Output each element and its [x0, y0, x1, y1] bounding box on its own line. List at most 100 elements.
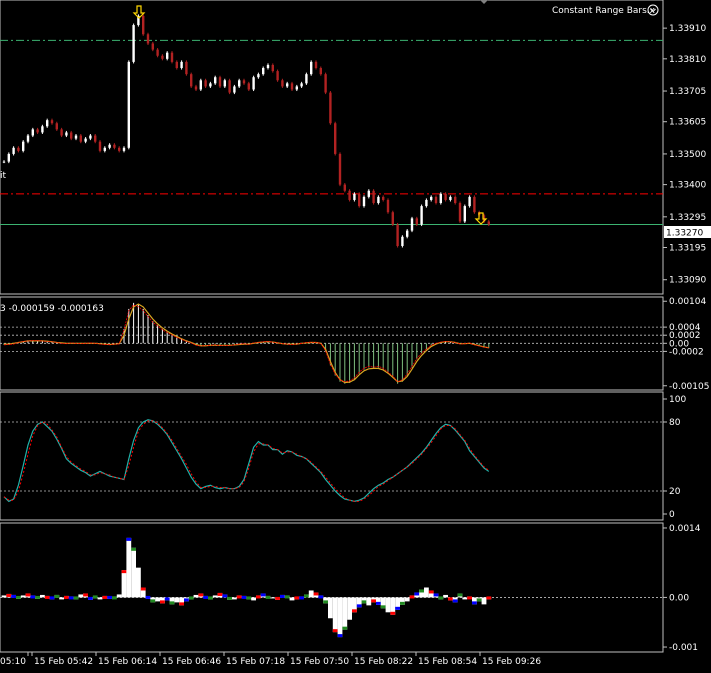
price-candle-body — [377, 196, 380, 204]
price-candle-body — [391, 212, 394, 225]
stochastic-levels — [0, 421, 663, 492]
oscillator-bar-accent — [241, 595, 247, 599]
oscillator-bar-accent — [433, 593, 439, 597]
price-tick-label: 1.33090 — [669, 276, 706, 286]
oscillator-bar-accent — [217, 592, 223, 596]
price-candle-body — [233, 86, 236, 93]
price-candle-body — [458, 203, 462, 222]
price-candle-body — [31, 129, 34, 136]
price-candle-body — [425, 199, 428, 207]
oscillator-bar — [337, 597, 343, 638]
oscillator-bar-accent — [102, 595, 108, 599]
oscillator-bar — [462, 597, 468, 600]
oscillator-bar-accent — [64, 595, 69, 599]
price-tick-label: 1.33810 — [669, 55, 706, 65]
price-tick-label: 1.33605 — [669, 118, 706, 128]
oscillator-bar — [366, 597, 372, 606]
price-candle-body — [401, 236, 404, 246]
scroll-marker-icon — [480, 0, 488, 4]
stochastic-tick-label: 80 — [669, 418, 681, 428]
oscillator-bar-accent — [92, 595, 98, 599]
oscillator-bar-accent — [236, 595, 242, 599]
price-candle-body — [194, 86, 198, 90]
oscillator-bar — [332, 597, 338, 633]
macd-tick-label: -0.0002 — [669, 347, 704, 357]
price-candle-body — [199, 80, 202, 90]
time-tick-label: 05:10 — [0, 657, 26, 667]
oscillator-pane[interactable]: 0.0014 0.00 -0.001 — [0, 522, 701, 653]
oscillator-bar-accent — [395, 606, 400, 610]
price-candle-body — [434, 196, 438, 204]
oscillator-bar-accent — [222, 594, 228, 598]
price-candle-body — [396, 224, 399, 246]
oscillator-bar — [232, 597, 237, 600]
price-candle-body — [74, 135, 78, 139]
oscillator-bar — [347, 597, 352, 620]
oscillator-bar — [40, 594, 45, 598]
price-pane[interactable]: 1.33910 1.33810 1.33705 1.33605 1.33500 1.334… — [0, 0, 711, 295]
oscillator-bar-accent — [486, 596, 492, 600]
price-candle-body — [314, 61, 318, 69]
stochastic-pane[interactable]: 100 80 20 0 — [0, 391, 686, 521]
price-candle-body — [415, 218, 418, 225]
macd-pane[interactable]: 0.001040.00040.00020.00-0.0002-0.00105 3… — [0, 296, 709, 392]
macd-values-label: 3 -0.000159 -0.000163 — [0, 304, 104, 314]
price-candle-body — [108, 144, 111, 148]
oscillator-bar-accent — [83, 593, 88, 597]
oscillator-bar-accent — [169, 601, 175, 605]
price-candle-body — [463, 206, 466, 222]
price-candle-body — [242, 80, 246, 84]
oscillator-bar-accent — [11, 594, 16, 598]
macd-tick-label: -0.00105 — [669, 382, 709, 392]
price-candle-body — [161, 55, 164, 59]
oscillator-bar-accent — [284, 595, 290, 599]
oscillator-bar-accent — [380, 605, 386, 609]
oscillator-bar-accent — [208, 596, 213, 600]
stochastic-signal-line — [3, 420, 490, 502]
left-clipped-label: it — [0, 171, 7, 181]
price-candle-body — [353, 193, 356, 200]
price-candle-body — [473, 196, 476, 213]
price-candle-body — [290, 83, 294, 90]
trading-chart[interactable]: 1.33910 1.33810 1.33705 1.33605 1.33500 1.334… — [0, 0, 711, 673]
oscillator-bar — [212, 595, 218, 598]
price-candle-body — [430, 196, 433, 200]
price-candle-body — [94, 135, 97, 142]
price-candle-body — [26, 135, 30, 142]
oscillator-bar-accent — [457, 593, 463, 597]
price-candle-body — [238, 80, 241, 87]
oscillator-bar-accent — [126, 537, 132, 541]
price-candle-body — [487, 221, 490, 225]
oscillator-bar-accent — [313, 592, 319, 596]
price-candle-body — [386, 199, 390, 213]
stochastic-axis: 100 80 20 0 — [663, 395, 686, 520]
price-candle-body — [170, 52, 174, 62]
price-candle-body — [89, 135, 92, 139]
price-candle-body — [334, 123, 337, 154]
oscillator-bar-accent — [414, 592, 420, 596]
price-candle-body — [50, 120, 54, 124]
time-tick-label: 15 Feb 05:42 — [34, 657, 93, 667]
oscillator-bar-accent — [227, 596, 232, 600]
price-tick-label: 1.33500 — [669, 150, 706, 160]
oscillator-bar-accent — [390, 611, 396, 615]
price-candle-body — [218, 77, 222, 87]
oscillator-histogram — [1, 537, 492, 638]
price-candle-body — [305, 74, 308, 84]
price-candle-body — [420, 206, 423, 225]
oscillator-bar-accent — [160, 600, 165, 604]
time-tick-label: 15 Feb 07:18 — [226, 657, 285, 667]
oscillator-bar-accent — [256, 595, 261, 599]
oscillator-tick-label: 0.0014 — [669, 524, 701, 534]
oscillator-bar — [328, 597, 333, 619]
oscillator-bar — [155, 597, 160, 602]
price-candle-body — [228, 80, 231, 93]
price-candle-body — [410, 218, 414, 231]
price-candle-body — [295, 86, 298, 90]
price-candle-body — [36, 129, 39, 133]
oscillator-bar-accent — [30, 595, 36, 599]
oscillator-bar-accent — [323, 600, 328, 604]
price-candle-body — [118, 147, 121, 151]
price-candle-body — [175, 61, 178, 69]
price-candle-body — [46, 120, 49, 127]
